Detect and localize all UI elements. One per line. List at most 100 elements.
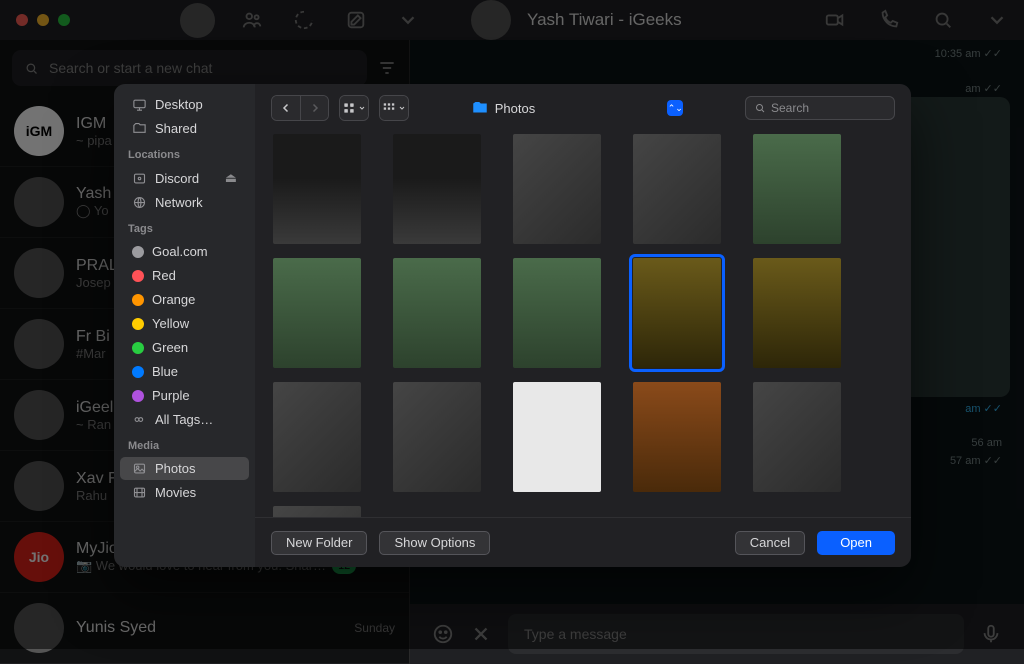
thumbnail-image <box>633 134 721 244</box>
thumbnail-grid <box>255 132 911 517</box>
sidebar-tag-item[interactable]: Purple <box>120 384 249 407</box>
tag-color-dot <box>132 294 144 306</box>
thumbnail-image <box>273 134 361 244</box>
thumbnail-image <box>393 134 481 244</box>
picker-main: Photos ⌃⌄ Search New Folder Show Options… <box>255 84 911 567</box>
location-chevrons-icon: ⌃⌄ <box>667 100 683 116</box>
sidebar-section-media: Media <box>114 432 255 456</box>
tag-color-dot <box>132 390 144 402</box>
sidebar-item-photos[interactable]: Photos <box>120 457 249 480</box>
thumbnail-image <box>633 382 721 492</box>
photo-thumbnail[interactable] <box>513 134 601 244</box>
photo-thumbnail[interactable] <box>753 258 841 368</box>
photo-thumbnail[interactable] <box>393 382 481 492</box>
photo-thumbnail[interactable] <box>513 382 601 492</box>
sidebar-item-label: Green <box>152 340 188 355</box>
sidebar-item-label: Orange <box>152 292 195 307</box>
thumbnail-image <box>753 382 841 492</box>
sidebar-item-label: Photos <box>155 461 195 476</box>
photo-thumbnail[interactable] <box>273 258 361 368</box>
sidebar-item-label: Desktop <box>155 97 203 112</box>
sidebar-tag-item[interactable]: Green <box>120 336 249 359</box>
sidebar-item-label: Discord <box>155 171 199 186</box>
back-button[interactable] <box>272 96 300 120</box>
desktop-icon <box>132 97 147 112</box>
photo-thumbnail[interactable] <box>753 134 841 244</box>
sidebar-section-tags: Tags <box>114 215 255 239</box>
forward-button[interactable] <box>300 96 328 120</box>
folder-icon <box>471 99 489 117</box>
tag-color-dot <box>132 366 144 378</box>
sidebar-item-label: Movies <box>155 485 196 500</box>
photo-thumbnail[interactable] <box>633 258 721 368</box>
sidebar-item-label: Yellow <box>152 316 189 331</box>
photo-thumbnail[interactable] <box>273 506 361 517</box>
photo-thumbnail[interactable] <box>513 258 601 368</box>
view-mode <box>339 95 369 121</box>
photo-thumbnail[interactable] <box>273 134 361 244</box>
tag-color-dot <box>132 270 144 282</box>
thumbnail-image <box>393 382 481 492</box>
sidebar-tag-item[interactable]: Yellow <box>120 312 249 335</box>
thumbnail-image <box>273 258 361 368</box>
movies-icon <box>132 485 147 500</box>
thumbnail-image <box>513 134 601 244</box>
sidebar-tag-item[interactable]: Orange <box>120 288 249 311</box>
sidebar-item-label: Goal.com <box>152 244 208 259</box>
file-open-dialog: Desktop Shared Locations Discord ⏏ Netwo… <box>114 84 911 567</box>
picker-footer: New Folder Show Options Cancel Open <box>255 517 911 567</box>
globe-icon <box>132 195 147 210</box>
sidebar-item-network[interactable]: Network <box>120 191 249 214</box>
open-button[interactable]: Open <box>817 531 895 555</box>
sidebar-item-label: All Tags… <box>155 412 213 427</box>
thumbnail-image <box>753 134 841 244</box>
disk-icon <box>132 171 147 186</box>
icon-view-button[interactable] <box>340 96 368 120</box>
sidebar-item-discord[interactable]: Discord ⏏ <box>120 166 249 190</box>
sidebar-item-label: Blue <box>152 364 178 379</box>
sidebar-tag-item[interactable]: Red <box>120 264 249 287</box>
sidebar-item-label: Purple <box>152 388 190 403</box>
all-tags-icon <box>132 412 147 427</box>
photo-thumbnail[interactable] <box>393 134 481 244</box>
sidebar-tag-item[interactable]: Goal.com <box>120 240 249 263</box>
new-folder-button[interactable]: New Folder <box>271 531 367 555</box>
sidebar-item-label: Network <box>155 195 203 210</box>
search-icon <box>754 102 766 114</box>
cancel-button[interactable]: Cancel <box>735 531 805 555</box>
tag-color-dot <box>132 246 144 258</box>
sidebar-section-locations: Locations <box>114 141 255 165</box>
sidebar-item-all-tags[interactable]: All Tags… <box>120 408 249 431</box>
shared-folder-icon <box>132 121 147 136</box>
tag-color-dot <box>132 318 144 330</box>
sidebar-tag-item[interactable]: Blue <box>120 360 249 383</box>
thumbnail-image <box>513 382 601 492</box>
group-button[interactable] <box>380 96 408 120</box>
picker-search[interactable]: Search <box>745 96 895 120</box>
eject-icon[interactable]: ⏏ <box>225 170 237 186</box>
sidebar-item-label: Shared <box>155 121 197 136</box>
thumbnail-image <box>393 258 481 368</box>
photo-thumbnail[interactable] <box>753 382 841 492</box>
location-label: Photos <box>495 101 535 116</box>
sidebar-item-desktop[interactable]: Desktop <box>120 93 249 116</box>
thumbnail-image <box>513 258 601 368</box>
photo-thumbnail[interactable] <box>633 382 721 492</box>
photo-thumbnail[interactable] <box>273 382 361 492</box>
show-options-button[interactable]: Show Options <box>379 531 490 555</box>
nav-back-forward <box>271 95 329 121</box>
thumbnail-image <box>633 258 721 368</box>
sidebar-item-shared[interactable]: Shared <box>120 117 249 140</box>
picker-search-placeholder: Search <box>771 101 809 115</box>
sidebar-item-movies[interactable]: Movies <box>120 481 249 504</box>
photos-icon <box>132 461 147 476</box>
photo-thumbnail[interactable] <box>393 258 481 368</box>
thumbnail-image <box>273 506 361 517</box>
sidebar-item-label: Red <box>152 268 176 283</box>
group-mode <box>379 95 409 121</box>
location-popup[interactable]: Photos ⌃⌄ <box>465 96 689 120</box>
photo-thumbnail[interactable] <box>633 134 721 244</box>
thumbnail-image <box>753 258 841 368</box>
picker-sidebar: Desktop Shared Locations Discord ⏏ Netwo… <box>114 84 255 567</box>
tag-color-dot <box>132 342 144 354</box>
